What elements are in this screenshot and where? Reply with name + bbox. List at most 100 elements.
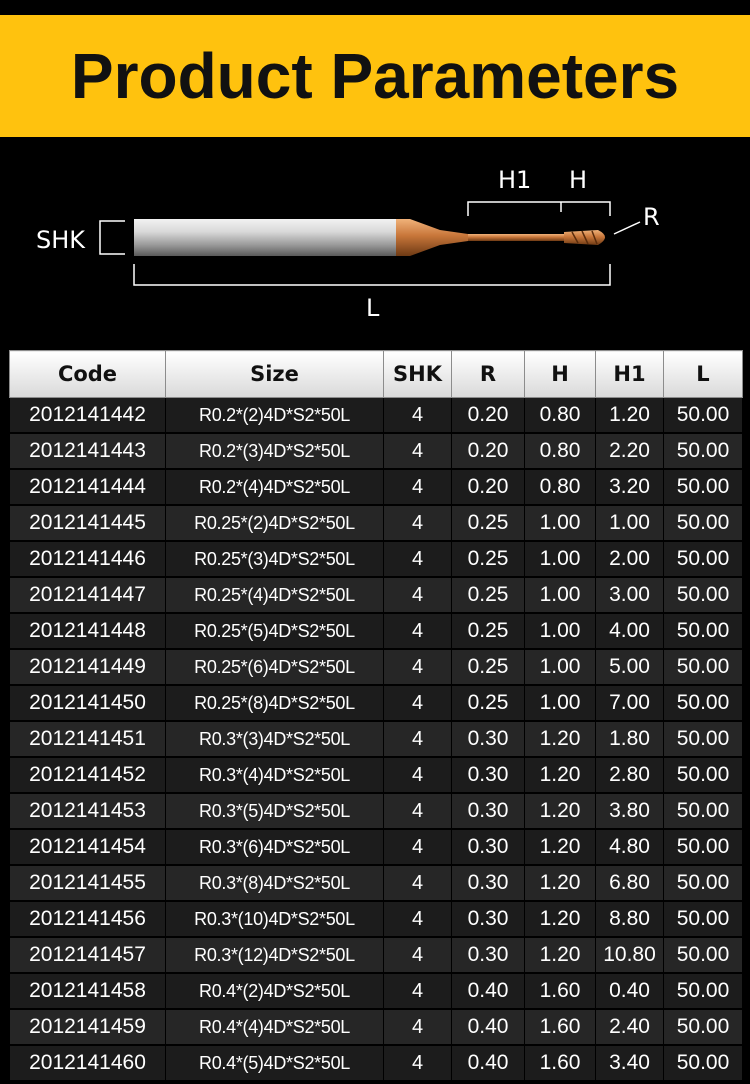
cell-h: 1.20	[524, 757, 596, 794]
header-code: Code	[9, 350, 166, 398]
cell-r: 0.25	[451, 613, 525, 650]
cell-r: 0.30	[451, 865, 525, 902]
cell-h: 1.00	[524, 649, 596, 686]
cell-r: 0.40	[451, 1009, 525, 1046]
cell-r: 0.30	[451, 901, 525, 938]
cell-l: 50.00	[663, 613, 743, 650]
tool-diagram: H1 H R SHK L	[0, 150, 750, 340]
table-row: 2012141453 R0.3*(5)4D*S2*50L 4 0.30 1.20 3.80…	[9, 793, 743, 830]
page-title: Product Parameters	[70, 40, 680, 112]
header-size: Size	[165, 350, 384, 398]
label-r: R	[643, 203, 660, 231]
cell-h1: 2.00	[595, 541, 664, 578]
cell-size: R0.25*(4)4D*S2*50L	[165, 577, 384, 614]
cell-size: R0.25*(3)4D*S2*50L	[165, 541, 384, 578]
cell-h1: 5.00	[595, 649, 664, 686]
cell-h1: 8.80	[595, 901, 664, 938]
cell-h1: 3.40	[595, 1045, 664, 1082]
cell-l: 50.00	[663, 541, 743, 578]
table-row: 2012141459 R0.4*(4)4D*S2*50L 4 0.40 1.60 2.40…	[9, 1009, 743, 1046]
cell-shk: 4	[383, 793, 452, 830]
table-row: 2012141460 R0.4*(5)4D*S2*50L 4 0.40 1.60 3.40…	[9, 1045, 743, 1082]
cell-l: 50.00	[663, 469, 743, 506]
cell-shk: 4	[383, 469, 452, 506]
cell-shk: 4	[383, 973, 452, 1010]
label-shk: SHK	[36, 226, 86, 254]
cell-size: R0.3*(8)4D*S2*50L	[165, 865, 384, 902]
tool-neck-taper	[396, 219, 468, 256]
cell-l: 50.00	[663, 433, 743, 470]
table-row: 2012141451 R0.3*(3)4D*S2*50L 4 0.30 1.20 1.80…	[9, 721, 743, 758]
cell-l: 50.00	[663, 685, 743, 722]
cell-size: R0.3*(3)4D*S2*50L	[165, 721, 384, 758]
cell-h1: 3.00	[595, 577, 664, 614]
cell-h: 1.00	[524, 541, 596, 578]
table-row: 2012141449 R0.25*(6)4D*S2*50L 4 0.25 1.00 5.0…	[9, 649, 743, 686]
cell-r: 0.25	[451, 505, 525, 542]
cell-h1: 0.40	[595, 973, 664, 1010]
cell-size: R0.4*(5)4D*S2*50L	[165, 1045, 384, 1082]
cell-r: 0.40	[451, 973, 525, 1010]
cell-shk: 4	[383, 937, 452, 974]
table-body: 2012141442 R0.2*(2)4D*S2*50L 4 0.20 0.80 1.20…	[9, 397, 743, 1082]
cell-shk: 4	[383, 829, 452, 866]
label-h: H	[569, 166, 587, 194]
cell-shk: 4	[383, 721, 452, 758]
cell-shk: 4	[383, 1045, 452, 1082]
cell-size: R0.25*(2)4D*S2*50L	[165, 505, 384, 542]
cell-code: 2012141445	[9, 505, 166, 542]
label-h1: H1	[498, 166, 531, 194]
cell-r: 0.30	[451, 937, 525, 974]
table-row: 2012141443 R0.2*(3)4D*S2*50L 4 0.20 0.80 2.20…	[9, 433, 743, 470]
cell-size: R0.25*(5)4D*S2*50L	[165, 613, 384, 650]
cell-h: 1.20	[524, 721, 596, 758]
header-shk: SHK	[383, 350, 452, 398]
cell-h: 1.20	[524, 829, 596, 866]
cell-l: 50.00	[663, 1045, 743, 1082]
cell-h: 1.20	[524, 865, 596, 902]
cell-h: 1.60	[524, 1045, 596, 1082]
cell-code: 2012141458	[9, 973, 166, 1010]
cell-size: R0.4*(2)4D*S2*50L	[165, 973, 384, 1010]
cell-code: 2012141454	[9, 829, 166, 866]
cell-shk: 4	[383, 649, 452, 686]
cell-h1: 1.80	[595, 721, 664, 758]
cell-size: R0.3*(5)4D*S2*50L	[165, 793, 384, 830]
cell-r: 0.20	[451, 469, 525, 506]
tool-neck	[468, 234, 564, 241]
cell-shk: 4	[383, 685, 452, 722]
cell-l: 50.00	[663, 649, 743, 686]
cell-code: 2012141456	[9, 901, 166, 938]
table-row: 2012141456 R0.3*(10)4D*S2*50L 4 0.30 1.20 8.8…	[9, 901, 743, 938]
cell-l: 50.00	[663, 901, 743, 938]
table-row: 2012141452 R0.3*(4)4D*S2*50L 4 0.30 1.20 2.80…	[9, 757, 743, 794]
cell-l: 50.00	[663, 793, 743, 830]
header-l: L	[663, 350, 743, 398]
cell-h1: 2.80	[595, 757, 664, 794]
cell-size: R0.3*(6)4D*S2*50L	[165, 829, 384, 866]
cell-size: R0.2*(4)4D*S2*50L	[165, 469, 384, 506]
cell-h1: 1.00	[595, 505, 664, 542]
cell-code: 2012141450	[9, 685, 166, 722]
cell-r: 0.30	[451, 793, 525, 830]
cell-code: 2012141448	[9, 613, 166, 650]
tool-shank	[134, 219, 396, 256]
cell-l: 50.00	[663, 865, 743, 902]
cell-code: 2012141457	[9, 937, 166, 974]
cell-l: 50.00	[663, 1009, 743, 1046]
cell-r: 0.20	[451, 433, 525, 470]
cell-r: 0.30	[451, 829, 525, 866]
table-row: 2012141446 R0.25*(3)4D*S2*50L 4 0.25 1.00 2.0…	[9, 541, 743, 578]
cell-h1: 1.20	[595, 397, 664, 434]
cell-size: R0.2*(2)4D*S2*50L	[165, 397, 384, 434]
cell-h: 0.80	[524, 469, 596, 506]
cell-code: 2012141447	[9, 577, 166, 614]
cell-h: 1.00	[524, 577, 596, 614]
cell-l: 50.00	[663, 721, 743, 758]
cell-h: 1.00	[524, 685, 596, 722]
table-header-row: Code Size SHK R H H1 L	[9, 350, 743, 398]
table-row: 2012141450 R0.25*(8)4D*S2*50L 4 0.25 1.00 7.0…	[9, 685, 743, 722]
cell-shk: 4	[383, 397, 452, 434]
cell-shk: 4	[383, 577, 452, 614]
label-l: L	[366, 294, 380, 322]
